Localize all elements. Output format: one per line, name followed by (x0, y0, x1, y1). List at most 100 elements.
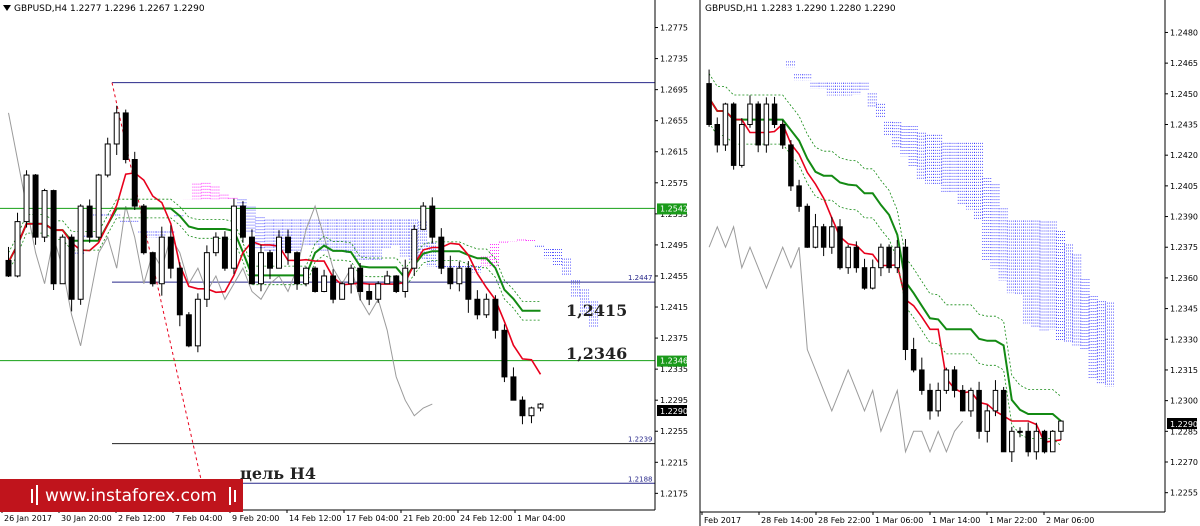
h1-current-price: 1.2290 (1170, 420, 1198, 429)
candle-body (131, 159, 138, 207)
r-y-tick-label: 1.2480 (1170, 28, 1198, 37)
candle-body (894, 246, 901, 269)
r-x-tick-label: 1 Mar 22:00 (989, 516, 1037, 525)
candle-body (959, 389, 966, 412)
l-y-tick-label: 1.2695 (660, 86, 688, 95)
candle-body (519, 399, 526, 417)
candle-body (886, 246, 892, 269)
candle-body (456, 267, 463, 285)
candle-body (853, 246, 860, 269)
r-x-tick-label: 1 Mar 14:00 (932, 516, 980, 525)
candle-body (927, 389, 933, 412)
candle-body (1058, 420, 1064, 432)
candle-body (902, 246, 909, 351)
candle-body (14, 221, 21, 277)
l-x-tick-label: 1 Mar 04:00 (517, 514, 565, 523)
l-y-tick-label: 1.2455 (660, 272, 688, 281)
level-tag-text: 1.2447 (628, 274, 653, 282)
candle-body (968, 389, 974, 412)
r-x-tick-label: 2 Mar 06:00 (1046, 516, 1094, 525)
candle-body (375, 283, 382, 300)
candle-body (779, 124, 786, 146)
r-y-tick-label: 1.2300 (1170, 397, 1198, 406)
brand-banner[interactable]: www.instaforex.com (0, 479, 243, 512)
candle-body (50, 190, 57, 285)
candle-body (402, 267, 409, 292)
candle-body (747, 103, 753, 126)
h4-header: GBPUSD,H4 1.2277 1.2296 1.2267 1.2290 (14, 4, 205, 14)
l-y-tick-label: 1.2295 (660, 396, 688, 405)
l-y-tick-label: 1.2735 (660, 55, 688, 64)
candle-body (285, 236, 292, 254)
r-y-tick-label: 1.2450 (1170, 90, 1198, 99)
candle-body (730, 103, 737, 166)
candle-body (95, 174, 102, 238)
level-tag-text: 1.2239 (628, 436, 653, 444)
candle-body (104, 143, 111, 176)
l-y-tick-label: 1.2575 (660, 179, 688, 188)
candle-body (86, 205, 93, 238)
l-x-tick-label: 21 Feb 20:00 (403, 514, 455, 523)
candle-body (357, 267, 364, 292)
candle-body (1009, 430, 1015, 453)
r-y-tick-label: 1.2405 (1170, 182, 1198, 191)
level-tag-text: 1.2346 (660, 357, 688, 366)
l-y-tick-label: 1.2255 (660, 427, 688, 436)
r-x-tick-label: 28 Feb 22:00 (818, 516, 870, 525)
h1-header: GBPUSD,H1 1.2283 1.2290 1.2280 1.2290 (705, 4, 896, 14)
l-y-tick-label: 1.2375 (660, 334, 688, 343)
candle-body (194, 298, 201, 347)
annotation-target: цель H4 (240, 464, 316, 483)
candle-body (59, 236, 66, 285)
candle-body (149, 252, 156, 285)
candle-body (348, 267, 355, 285)
candle-body (714, 124, 721, 146)
r-x-tick-label: 1 Mar 06:00 (875, 516, 923, 525)
l-y-tick-label: 1.2175 (660, 489, 688, 498)
candle-body (845, 246, 851, 269)
candle-body (41, 190, 48, 238)
candle-body (411, 228, 418, 269)
candle-body (167, 236, 174, 269)
candle-body (492, 298, 499, 331)
candle-body (339, 283, 346, 300)
l-y-tick-label: 1.2415 (660, 303, 688, 312)
candle-body (984, 410, 991, 432)
candle-body (122, 112, 129, 161)
r-x-tick-label: Feb 2017 (704, 516, 741, 525)
candle-body (239, 205, 246, 238)
candle-body (429, 205, 436, 238)
candle-body (176, 267, 183, 316)
candle-body (438, 236, 445, 269)
candle-body (943, 369, 950, 391)
l-x-tick-label: 30 Jan 20:00 (61, 514, 112, 523)
candle-body (869, 267, 876, 289)
candle-body (185, 314, 192, 347)
level-tag-text: 1.2188 (628, 475, 653, 483)
candle-body (23, 174, 30, 223)
candle-body (501, 329, 508, 378)
candle-body (804, 205, 811, 248)
l-y-tick-label: 1.2215 (660, 458, 688, 467)
l-x-tick-label: 9 Feb 20:00 (232, 514, 279, 523)
level-tag-text: 1.2542 (660, 204, 688, 213)
candle-body (837, 226, 843, 269)
candle-body (32, 174, 39, 238)
candle-body (267, 252, 273, 269)
candle-body (739, 124, 745, 166)
candle-body (528, 407, 535, 417)
candle-body (878, 246, 884, 269)
r-y-tick-label: 1.2255 (1170, 489, 1198, 498)
brand-url[interactable]: www.instaforex.com (45, 486, 217, 506)
candle-body (992, 389, 999, 412)
candle-body (366, 290, 373, 300)
candle-body (384, 275, 391, 285)
candle-body (951, 369, 958, 391)
candle-body (212, 236, 219, 254)
r-y-tick-label: 1.2465 (1170, 59, 1198, 68)
r-y-tick-label: 1.2315 (1170, 366, 1198, 375)
candle-body (771, 103, 778, 126)
candle-body (420, 205, 427, 230)
chart-stage: 1.2775 1.2735 1.2695 1.2655 1.2615 1.2575 1.25… (0, 0, 1200, 526)
r-y-tick-label: 1.2330 (1170, 335, 1198, 344)
